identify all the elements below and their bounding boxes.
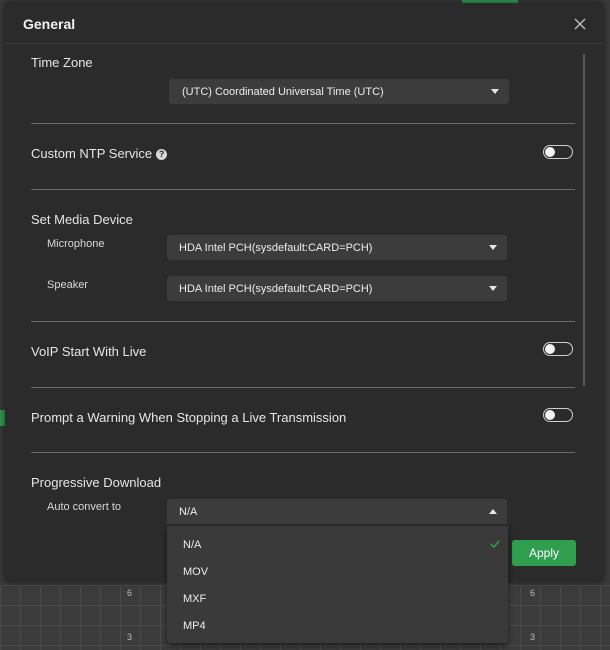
background-tick-label: 3	[530, 632, 536, 642]
dropdown-option-label: MOV	[183, 565, 209, 578]
dropdown-option-label: MP4	[183, 619, 206, 632]
general-settings-dialog: General Time Zone (UTC) Coordinated Univ…	[5, 3, 603, 581]
apply-button[interactable]: Apply	[512, 540, 576, 566]
voip-toggle[interactable]	[543, 342, 573, 356]
ntp-label: Custom NTP Service?	[31, 146, 168, 161]
dropdown-option-mp4[interactable]: MP4	[167, 612, 508, 639]
ntp-toggle[interactable]	[543, 145, 573, 159]
section-divider	[31, 387, 575, 388]
dropdown-option-mov[interactable]: MOV	[167, 558, 508, 585]
microphone-select[interactable]: HDA Intel PCH(sysdefault:CARD=PCH)	[167, 235, 507, 260]
toggle-knob	[545, 147, 555, 157]
help-icon[interactable]: ?	[156, 149, 168, 160]
auto-convert-value: N/A	[179, 505, 198, 518]
section-divider	[31, 123, 575, 124]
speaker-select[interactable]: HDA Intel PCH(sysdefault:CARD=PCH)	[167, 276, 507, 301]
chevron-down-icon	[491, 89, 499, 94]
auto-convert-select[interactable]: N/A	[167, 499, 507, 524]
background-tick-label: 3	[127, 632, 133, 642]
dropdown-option-label: MXF	[183, 592, 207, 605]
settings-scroll-area[interactable]: Time Zone (UTC) Coordinated Universal Ti…	[5, 44, 603, 581]
ntp-label-text: Custom NTP Service	[31, 146, 153, 161]
section-divider	[31, 452, 575, 453]
voip-label: VoIP Start With Live	[31, 344, 147, 359]
prompt-warning-label: Prompt a Warning When Stopping a Live Tr…	[31, 410, 347, 425]
chevron-up-icon	[489, 509, 497, 514]
scrollbar[interactable]	[583, 54, 585, 386]
microphone-label: Microphone	[47, 238, 105, 250]
auto-convert-label: Auto convert to	[47, 501, 121, 513]
section-divider	[31, 189, 575, 190]
time-zone-value: (UTC) Coordinated Universal Time (UTC)	[182, 85, 384, 98]
dropdown-option-na[interactable]: N/A	[167, 531, 508, 558]
check-icon	[490, 540, 500, 549]
dropdown-option-mxf[interactable]: MXF	[167, 585, 508, 612]
progressive-download-title: Progressive Download	[31, 475, 162, 490]
time-zone-select[interactable]: (UTC) Coordinated Universal Time (UTC)	[169, 79, 509, 104]
auto-convert-dropdown-menu: N/A MOV MXF MP4	[167, 526, 508, 643]
chevron-down-icon	[489, 286, 497, 291]
media-device-title: Set Media Device	[31, 212, 133, 227]
background-tick-label: 6	[127, 588, 133, 598]
speaker-label: Speaker	[47, 279, 88, 291]
dropdown-option-label: N/A	[183, 538, 202, 551]
background-tick-label: 6	[530, 588, 536, 598]
time-zone-title: Time Zone	[31, 55, 93, 70]
toggle-knob	[545, 344, 555, 354]
toggle-knob	[545, 410, 555, 420]
close-icon	[574, 18, 586, 30]
chevron-down-icon	[489, 245, 497, 250]
microphone-value: HDA Intel PCH(sysdefault:CARD=PCH)	[179, 241, 373, 254]
prompt-warning-toggle[interactable]	[543, 408, 573, 422]
close-button[interactable]	[572, 16, 588, 32]
dialog-title: General	[23, 16, 76, 32]
speaker-value: HDA Intel PCH(sysdefault:CARD=PCH)	[179, 282, 373, 295]
section-divider	[31, 321, 575, 322]
